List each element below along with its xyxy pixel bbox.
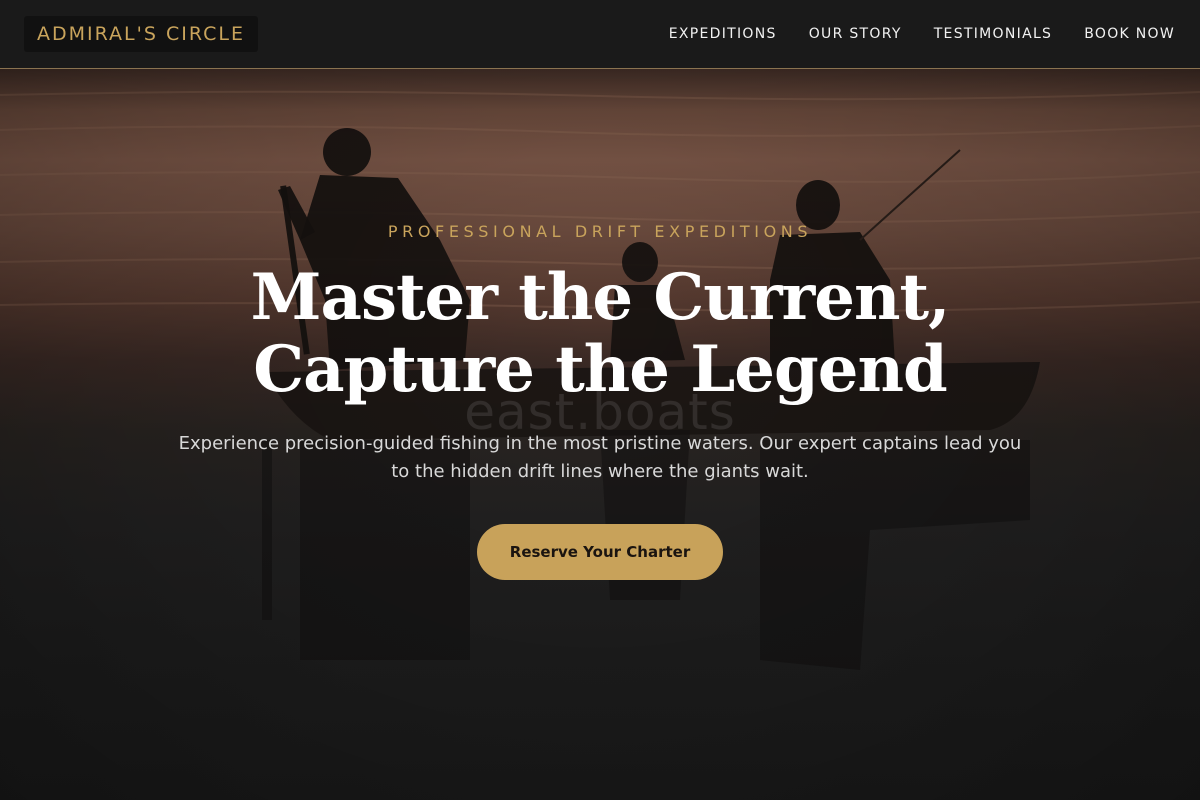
hero-headline-line-2: Capture the Legend (253, 332, 948, 407)
nav-link-our-story[interactable]: OUR STORY (809, 26, 902, 42)
reserve-charter-button[interactable]: Reserve Your Charter (477, 524, 723, 580)
hero-headline: Master the Current, Capture the Legend (0, 262, 1200, 406)
hero-headline-line-1: Master the Current, (250, 260, 951, 335)
hero-subtext: Experience precision-guided fishing in t… (178, 433, 1022, 482)
nav-link-book-now[interactable]: BOOK NOW (1084, 26, 1175, 42)
nav-link-testimonials[interactable]: TESTIMONIALS (934, 26, 1053, 42)
nav-link-expeditions[interactable]: EXPEDITIONS (669, 26, 777, 42)
hero-section: east.boats PROFESSIONAL DRIFT EXPEDITION… (0, 0, 1200, 800)
main-nav: EXPEDITIONS OUR STORY TESTIMONIALS BOOK … (669, 0, 1175, 68)
brand-logo[interactable]: ADMIRAL'S CIRCLE (24, 16, 258, 52)
site-header: ADMIRAL'S CIRCLE EXPEDITIONS OUR STORY T… (0, 0, 1200, 69)
hero-eyebrow: PROFESSIONAL DRIFT EXPEDITIONS (387, 222, 813, 241)
